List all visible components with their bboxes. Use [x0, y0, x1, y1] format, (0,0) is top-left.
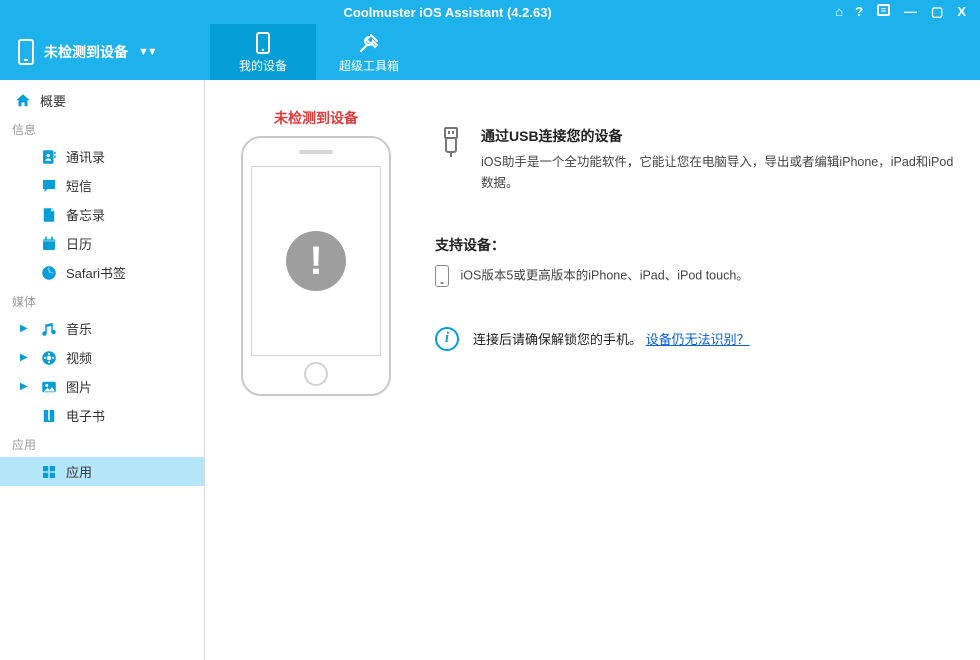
- sidebar-item-apps[interactable]: 应用: [0, 457, 204, 486]
- apps-icon: [40, 463, 58, 481]
- tip-text: 连接后请确保解锁您的手机。: [473, 332, 642, 347]
- chat-icon: [40, 177, 58, 195]
- feedback-icon[interactable]: ≡: [877, 4, 890, 16]
- tabs: 我的设备 超级工具箱: [210, 24, 422, 80]
- usb-icon: [435, 126, 467, 158]
- safari-icon: [40, 264, 58, 282]
- phone-illustration: 未检测到设备 !: [231, 108, 401, 396]
- header: 未检测到设备 ▼▼ 我的设备 超级工具箱: [0, 24, 980, 80]
- sidebar-item-label: 短信: [66, 176, 92, 195]
- tools-icon: [357, 31, 381, 55]
- sidebar-item-label: 音乐: [66, 319, 92, 338]
- tip-link[interactable]: 设备仍无法识别？: [646, 332, 750, 347]
- music-icon: [40, 320, 58, 338]
- sidebar-item-overview[interactable]: 概要: [0, 86, 204, 115]
- main-panel: 未检测到设备 ! 通过USB连接您的设备 iOS助手是一个全功能软件，它能让您在…: [205, 80, 980, 660]
- sidebar-item-label: 日历: [66, 234, 92, 253]
- sidebar-item-label: 应用: [66, 462, 92, 481]
- sidebar-item-label: 视频: [66, 348, 92, 367]
- home-icon: [14, 92, 32, 110]
- minimize-button[interactable]: —: [904, 4, 917, 20]
- sidebar-item-label: 备忘录: [66, 205, 105, 224]
- expand-icon[interactable]: ▶: [20, 323, 28, 334]
- sidebar-item-contacts[interactable]: 通讯录: [0, 142, 204, 171]
- sidebar-item-sms[interactable]: 短信: [0, 171, 204, 200]
- image-icon: [40, 378, 58, 396]
- exclamation-icon: !: [286, 231, 346, 291]
- support-line: iOS版本5或更高版本的iPhone、iPad、iPod touch。: [460, 268, 748, 282]
- usb-title: 通过USB连接您的设备: [481, 126, 954, 146]
- sidebar-item-label: 概要: [40, 91, 66, 110]
- calendar-icon: [40, 235, 58, 253]
- sidebar-item-notes[interactable]: 备忘录: [0, 200, 204, 229]
- expand-icon[interactable]: ▶: [20, 352, 28, 363]
- phone-icon: [251, 31, 275, 55]
- chevron-down-icon: ▼▼: [138, 46, 156, 58]
- sidebar-item-photos[interactable]: ▶ 图片: [0, 372, 204, 401]
- group-header-apps: 应用: [0, 430, 204, 457]
- sidebar-item-calendar[interactable]: 日历: [0, 229, 204, 258]
- sidebar-item-video[interactable]: ▶ 视频: [0, 343, 204, 372]
- tab-my-device[interactable]: 我的设备: [210, 24, 316, 80]
- tab-toolkit[interactable]: 超级工具箱: [316, 24, 422, 80]
- sidebar-item-label: 通讯录: [66, 147, 105, 166]
- sidebar-item-safari[interactable]: Safari书签: [0, 258, 204, 287]
- info-icon: i: [435, 327, 459, 351]
- expand-icon[interactable]: ▶: [20, 381, 28, 392]
- sidebar-item-label: Safari书签: [66, 263, 126, 282]
- contacts-icon: [40, 148, 58, 166]
- not-detected-label: 未检测到设备: [231, 108, 401, 128]
- support-title: 支持设备：: [435, 235, 954, 255]
- sidebar-item-label: 电子书: [66, 406, 105, 425]
- video-icon: [40, 349, 58, 367]
- app-title: Coolmuster iOS Assistant (4.2.63): [60, 5, 835, 20]
- group-header-info: 信息: [0, 115, 204, 142]
- note-icon: [40, 206, 58, 224]
- device-chooser[interactable]: 未检测到设备 ▼▼: [0, 24, 210, 80]
- sidebar-item-music[interactable]: ▶ 音乐: [0, 314, 204, 343]
- tab-toolkit-label: 超级工具箱: [339, 57, 399, 74]
- phone-frame-icon: !: [241, 136, 391, 396]
- device-icon: [18, 39, 34, 65]
- sidebar-item-ebooks[interactable]: 电子书: [0, 401, 204, 430]
- group-header-media: 媒体: [0, 287, 204, 314]
- device-status-label: 未检测到设备: [44, 42, 128, 62]
- close-button[interactable]: X: [957, 4, 966, 20]
- book-icon: [40, 407, 58, 425]
- device-small-icon: [435, 265, 449, 287]
- titlebar: Coolmuster iOS Assistant (4.2.63) ⌂ ? ≡ …: [0, 0, 980, 24]
- maximize-button[interactable]: ▢: [931, 4, 943, 20]
- sidebar: 概要 信息 通讯录 短信 备忘录 日历 Safari书签 媒体 ▶ 音乐: [0, 80, 205, 660]
- tab-my-device-label: 我的设备: [239, 57, 287, 74]
- help-icon[interactable]: ?: [855, 4, 863, 20]
- usb-desc: iOS助手是一个全功能软件，它能让您在电脑导入，导出或者编辑iPhone，iPa…: [481, 152, 954, 195]
- home-icon[interactable]: ⌂: [835, 4, 843, 20]
- sidebar-item-label: 图片: [66, 377, 92, 396]
